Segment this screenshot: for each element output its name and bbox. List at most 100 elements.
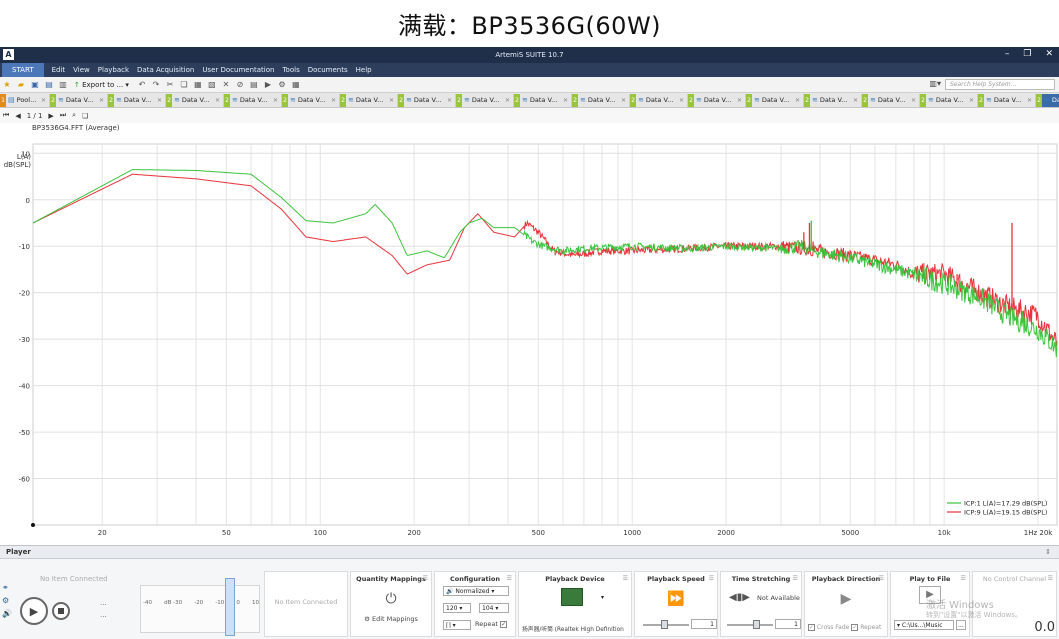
level-slider[interactable]: [225, 578, 235, 636]
start-tab[interactable]: START: [2, 63, 44, 77]
menu-documents[interactable]: Documents: [304, 66, 352, 74]
run-icon[interactable]: ▶: [262, 79, 274, 90]
range-select[interactable]: ⌈⌉ ▾: [443, 620, 471, 630]
close-tab-icon[interactable]: ✕: [563, 97, 568, 104]
tab-data-viewer[interactable]: 2≋Data V...✕: [630, 93, 688, 107]
tab-data-viewer[interactable]: 2≋Data V...✕: [978, 93, 1036, 107]
export-button[interactable]: ↑ Export to ... ▾: [74, 81, 129, 89]
close-tab-icon[interactable]: ✕: [853, 97, 858, 104]
close-tab-icon[interactable]: ✕: [795, 97, 800, 104]
pin-icon[interactable]: ⇕: [1045, 546, 1051, 559]
close-tab-icon[interactable]: ✕: [911, 97, 916, 104]
tab-data-viewer[interactable]: 2≋Data V...✕: [804, 93, 862, 107]
close-tab-icon[interactable]: ✕: [447, 97, 452, 104]
tab-data-viewer[interactable]: 2≋Data V...✕: [50, 93, 108, 107]
tab-data-viewer[interactable]: 2≋Data V...✕: [572, 93, 630, 107]
minimize-icon[interactable]: –: [1005, 49, 1010, 59]
cross-fade-checkbox[interactable]: ✓: [808, 624, 815, 631]
redo-icon[interactable]: ↷: [150, 79, 162, 90]
repeat-checkbox[interactable]: ✓: [499, 620, 507, 628]
settings-gear-icon[interactable]: ⚙: [276, 79, 288, 90]
menu-data-acquisition[interactable]: Data Acquisition: [133, 66, 198, 74]
menu-help[interactable]: Help: [352, 66, 376, 74]
next-page-icon[interactable]: ▶: [48, 112, 53, 120]
stop-process-icon[interactable]: ⊘: [234, 79, 246, 90]
file-path-select[interactable]: ▾ C:\Us...\Music: [894, 620, 954, 630]
browse-button[interactable]: ...: [956, 620, 966, 630]
close-tab-icon[interactable]: ✕: [679, 97, 684, 104]
save-all-icon[interactable]: ▤: [43, 79, 55, 90]
layout-view-icon[interactable]: ▥▾: [929, 79, 941, 88]
tab-data-viewer[interactable]: 2≋Data V...✕: [1036, 93, 1059, 107]
tab-data-viewer[interactable]: 2≋Data V...✕: [688, 93, 746, 107]
paste-icon[interactable]: ▦: [192, 79, 204, 90]
forward-direction-icon[interactable]: ▶: [805, 591, 887, 607]
direction-repeat-checkbox[interactable]: ✓: [851, 624, 859, 631]
fft-chart[interactable]: 100-10-20-30-40-50-60L(A)dB(SPL)20 50 100 2…: [0, 132, 1059, 545]
last-page-icon[interactable]: ⏭: [60, 111, 66, 120]
zoom-icon[interactable]: ⌕: [72, 111, 76, 120]
play-button[interactable]: ▶: [20, 597, 48, 625]
fast-forward-icon[interactable]: ⏩: [635, 591, 717, 607]
panel-menu-icon[interactable]: ☰: [623, 575, 628, 582]
player-settings-icon[interactable]: ⚙: [2, 596, 14, 605]
panel-menu-icon[interactable]: ☰: [423, 575, 428, 582]
normalization-select[interactable]: 🔊 Normalized ▾: [443, 586, 509, 596]
close-tab-icon[interactable]: ✕: [41, 97, 46, 104]
restore-icon[interactable]: ❐: [1023, 49, 1031, 59]
panel-menu-icon[interactable]: ☰: [961, 575, 966, 582]
menu-playback[interactable]: Playback: [94, 66, 133, 74]
close-tab-icon[interactable]: ✕: [1027, 97, 1032, 104]
help-search-input[interactable]: Search Help System...: [945, 79, 1055, 90]
list-icon[interactable]: ▤: [248, 79, 260, 90]
open-folder-icon[interactable]: ▰: [15, 79, 27, 90]
save-icon[interactable]: ▣: [29, 79, 41, 90]
stretch-value[interactable]: 1: [775, 619, 801, 629]
panel-menu-icon[interactable]: ☰: [507, 575, 512, 582]
stop-button[interactable]: [52, 602, 70, 620]
time-stretch-icon[interactable]: ◀▮▶: [729, 592, 750, 603]
print-icon[interactable]: ▥: [57, 79, 69, 90]
close-tab-icon[interactable]: ✕: [737, 97, 742, 104]
undo-icon[interactable]: ↶: [136, 79, 148, 90]
delete-icon[interactable]: ✕: [220, 79, 232, 90]
tab-data-viewer[interactable]: 2≋Data V...✕: [340, 93, 398, 107]
tab-data-viewer[interactable]: 2≋Data V...✕: [514, 93, 572, 107]
close-tab-icon[interactable]: ✕: [389, 97, 394, 104]
close-tab-icon[interactable]: ✕: [215, 97, 220, 104]
tab-data-viewer[interactable]: 2≋Data V...✕: [398, 93, 456, 107]
tab-data-viewer[interactable]: 2≋Data V...✕: [456, 93, 514, 107]
speed-value[interactable]: 1: [691, 619, 717, 629]
close-tab-icon[interactable]: ✕: [157, 97, 162, 104]
close-tab-icon[interactable]: ✕: [621, 97, 626, 104]
menu-edit[interactable]: Edit: [48, 66, 70, 74]
config-value-1-select[interactable]: 120 ▾: [443, 603, 471, 613]
speaker-icon[interactable]: 🔊: [2, 609, 14, 618]
sound-card-icon[interactable]: [561, 588, 583, 606]
panel-menu-icon[interactable]: ☰: [793, 575, 798, 582]
stretch-slider-knob[interactable]: [753, 620, 760, 629]
tab-data-viewer[interactable]: 2≋Data V...✕: [746, 93, 804, 107]
config-value-2-select[interactable]: 104 ▾: [479, 603, 509, 613]
tab-data-viewer[interactable]: 2≋Data V...✕: [862, 93, 920, 107]
panel-menu-icon[interactable]: ☰: [1048, 575, 1053, 582]
config-repeat[interactable]: Repeat ✓: [475, 620, 507, 628]
menu-tools[interactable]: Tools: [278, 66, 303, 74]
grid-icon[interactable]: ▦: [290, 79, 302, 90]
tab-data-viewer[interactable]: 2≋Data V...✕: [224, 93, 282, 107]
close-tab-icon[interactable]: ✕: [99, 97, 104, 104]
copy-icon[interactable]: ❏: [178, 79, 190, 90]
prev-page-icon[interactable]: ◀: [15, 112, 20, 120]
properties-icon[interactable]: ▧: [206, 79, 218, 90]
menu-view[interactable]: View: [69, 66, 94, 74]
copy-page-icon[interactable]: ❏: [82, 112, 88, 120]
edit-mappings-button[interactable]: ⚙ Edit Mappings: [351, 615, 431, 623]
device-dropdown-icon[interactable]: ▾: [601, 594, 604, 601]
close-icon[interactable]: ✕: [1045, 49, 1053, 59]
panel-menu-icon[interactable]: ☰: [879, 575, 884, 582]
favorites-star-icon[interactable]: ★: [1, 79, 13, 90]
tab-data-viewer[interactable]: 2≋Data V...✕: [920, 93, 978, 107]
menu-user-documentation[interactable]: User Documentation: [198, 66, 278, 74]
stretch-slider-track[interactable]: [727, 624, 773, 626]
close-tab-icon[interactable]: ✕: [273, 97, 278, 104]
